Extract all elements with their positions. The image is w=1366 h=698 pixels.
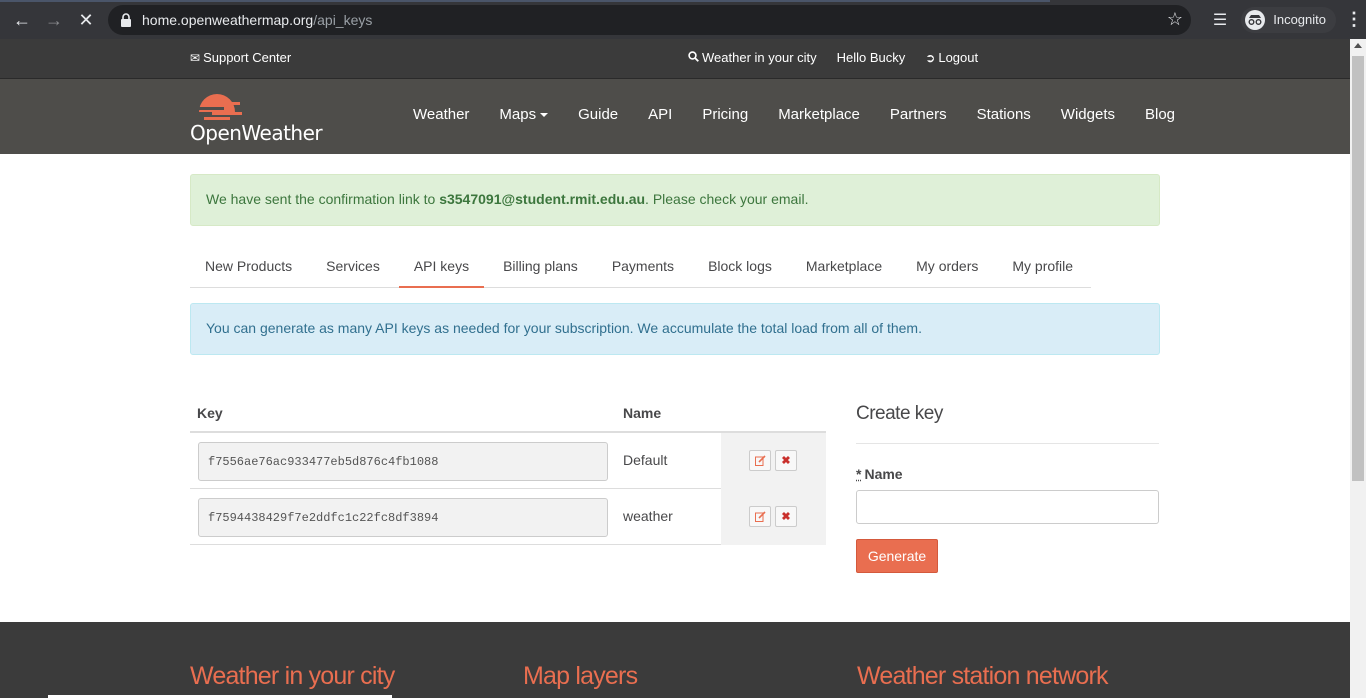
logout-link[interactable]: ➲ Logout [925,50,978,65]
envelope-icon: ✉ [190,50,201,65]
nav-maps[interactable]: Maps [484,106,563,123]
tab-block-logs[interactable]: Block logs [693,247,787,288]
openweather-logo[interactable]: OpenWeather [190,88,323,145]
footer-station-network-heading[interactable]: Weather station network [857,662,1109,691]
search-icon [688,50,699,65]
back-arrow-icon[interactable]: ← [6,4,38,36]
nav-guide[interactable]: Guide [563,106,633,123]
weather-in-city-link[interactable]: Weather in your city [688,50,817,65]
lock-icon [121,13,131,27]
create-key-title: Create key [856,403,943,424]
nav-maps-label: Maps [499,106,537,123]
bookmark-star-icon[interactable]: ☆ [1167,9,1183,30]
user-greeting-link[interactable]: Hello Bucky [837,50,906,65]
api-key-field[interactable]: f7556ae76ac933477eb5d876c4fb1088 [198,442,608,481]
scrollbar-thumb[interactable] [1352,56,1364,481]
caret-down-icon [540,113,549,118]
tab-api-keys[interactable]: API keys [398,247,485,288]
scroll-up-arrow-icon[interactable] [1354,43,1362,48]
api-key-name: Default [623,452,668,468]
tab-services[interactable]: Services [311,247,395,288]
delete-icon: ✖ [781,511,791,523]
account-tabs: New Products Services API keys Billing p… [190,247,1091,288]
table-row: f7594438429f7e2ddfc1c22fc8df3894 weather… [190,489,826,545]
incognito-badge[interactable]: Incognito [1241,6,1336,33]
stop-loading-icon[interactable]: ✕ [70,4,102,36]
name-label-text: Name [864,466,903,482]
column-header-key: Key [197,405,223,421]
delete-icon: ✖ [781,455,791,467]
alert-prefix: We have sent the confirmation link to [206,191,440,207]
nav-api[interactable]: API [633,106,687,123]
logout-icon: ➲ [925,50,936,65]
support-center-label: Support Center [203,50,292,65]
footer-map-layers-heading[interactable]: Map layers [523,662,638,691]
edit-key-button[interactable] [749,450,771,471]
nav-marketplace[interactable]: Marketplace [763,106,875,123]
nav-widgets[interactable]: Widgets [1046,106,1130,123]
support-center-link[interactable]: ✉ Support Center [190,50,291,65]
alert-email: s3547091@student.rmit.edu.au [439,191,646,207]
url-path: /api_keys [313,12,373,28]
media-control-icon[interactable]: ☰ [1213,10,1227,30]
edit-key-button[interactable] [749,506,771,527]
site-header: OpenWeather Weather Maps Guide API Prici… [0,79,1350,154]
address-bar[interactable]: home.openweathermap.org/api_keys ☆ [108,5,1191,35]
edit-icon [754,455,766,466]
site-footer: Weather in your city Map layers Weather … [0,622,1350,698]
alert-suffix: . Please check your email. [645,191,809,207]
tab-my-orders[interactable]: My orders [901,247,993,288]
logo-text: OpenWeather [190,121,323,145]
api-key-field[interactable]: f7594438429f7e2ddfc1c22fc8df3894 [198,498,608,537]
name-field-label: * Name [856,466,903,482]
create-key-divider [856,443,1159,444]
column-header-name: Name [623,405,662,421]
page-loading-bar [0,0,1050,2]
required-mark: * [856,466,862,482]
url-host: home.openweathermap.org [142,12,314,28]
tab-my-profile[interactable]: My profile [997,247,1088,288]
api-keys-info-alert: You can generate as many API keys as nee… [190,303,1160,355]
delete-key-button[interactable]: ✖ [775,450,797,471]
site-topbar: ✉ Support Center Weather in your city He… [0,39,1350,79]
api-key-name: weather [623,508,673,524]
row-actions: ✖ [721,433,826,489]
sun-logo-icon [196,94,242,120]
table-row: f7556ae76ac933477eb5d876c4fb1088 Default… [190,433,826,489]
key-name-input[interactable] [856,490,1159,524]
nav-partners[interactable]: Partners [875,106,962,123]
row-actions: ✖ [721,489,826,545]
browser-menu-icon[interactable]: ⋮ [1342,9,1366,30]
tab-new-products[interactable]: New Products [190,247,307,288]
tab-billing-plans[interactable]: Billing plans [488,247,593,288]
page-scrollbar[interactable] [1350,39,1366,698]
nav-pricing[interactable]: Pricing [687,106,763,123]
incognito-label: Incognito [1273,12,1326,27]
nav-blog[interactable]: Blog [1130,106,1190,123]
confirmation-alert: We have sent the confirmation link to s3… [190,174,1160,226]
logout-label: Logout [938,50,979,65]
delete-key-button[interactable]: ✖ [775,506,797,527]
browser-toolbar: ← → ✕ home.openweathermap.org/api_keys ☆… [0,0,1366,39]
nav-stations[interactable]: Stations [962,106,1046,123]
footer-weather-city-heading[interactable]: Weather in your city [190,662,395,691]
incognito-icon [1245,9,1266,30]
forward-arrow-icon[interactable]: → [38,4,70,36]
generate-button[interactable]: Generate [856,539,938,573]
user-greeting: Hello Bucky [836,50,906,65]
main-navigation: Weather Maps Guide API Pricing Marketpla… [398,106,1190,123]
tab-marketplace[interactable]: Marketplace [791,247,897,288]
tab-payments[interactable]: Payments [597,247,689,288]
edit-icon [754,511,766,522]
weather-in-city-label: Weather in your city [702,50,817,65]
nav-weather[interactable]: Weather [398,106,484,123]
